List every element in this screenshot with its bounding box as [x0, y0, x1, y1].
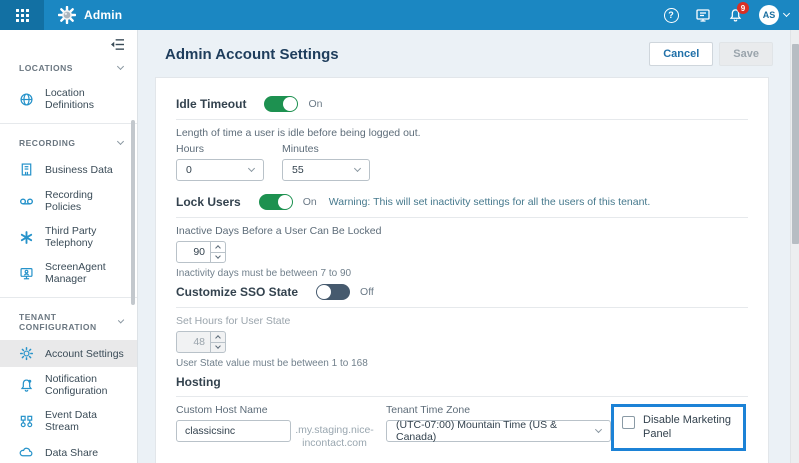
- scrollbar-thumb[interactable]: [792, 44, 799, 244]
- notification-badge: 9: [737, 2, 749, 14]
- lock-users-warning: Warning: This will set inactivity settin…: [329, 196, 651, 208]
- minutes-label: Minutes: [282, 143, 370, 155]
- spin-down-button: [211, 343, 225, 353]
- globe-icon: [19, 92, 34, 107]
- cloud-icon: [19, 445, 34, 460]
- user-menu[interactable]: AS: [759, 7, 789, 23]
- page-scrollbar[interactable]: [790, 30, 799, 463]
- set-hours-stepper: 48: [176, 331, 226, 353]
- app-launcher-grid-icon: [16, 9, 29, 22]
- chevron-down-icon: [354, 165, 361, 172]
- sidebar-section-recording[interactable]: RECORDING: [0, 130, 137, 156]
- screen-share-button[interactable]: [695, 7, 711, 23]
- asterisk-icon: [19, 230, 34, 245]
- app-title: Admin: [84, 8, 122, 22]
- brand: Admin: [58, 6, 122, 24]
- inactive-days-hint: Inactivity days must be between 7 to 90: [176, 268, 748, 279]
- spin-down-button[interactable]: [211, 253, 225, 263]
- notifications-button[interactable]: 9: [727, 7, 743, 23]
- chevron-down-icon: [595, 426, 602, 433]
- nodes-icon: [19, 414, 34, 429]
- monitor-icon: [19, 266, 34, 281]
- voicemail-icon: [19, 194, 34, 209]
- divider: [0, 297, 137, 298]
- collapse-menu-icon[interactable]: [110, 38, 125, 51]
- lock-users-toggle[interactable]: [259, 194, 293, 210]
- inactive-days-label: Inactive Days Before a User Can Be Locke…: [176, 225, 748, 237]
- idle-timeout-description: Length of time a user is idle before bei…: [176, 127, 748, 139]
- hosting-heading: Hosting: [176, 375, 748, 389]
- sidebar-item-event-data-stream[interactable]: Event Data Stream: [0, 403, 137, 439]
- idle-timeout-label: Idle Timeout: [176, 97, 246, 111]
- main-content: Admin Account Settings Cancel Save Idle …: [138, 30, 799, 463]
- sidebar-section-tenant-configuration[interactable]: TENANT CONFIGURATION: [0, 304, 137, 340]
- hours-label: Hours: [176, 143, 264, 155]
- divider: [0, 123, 137, 124]
- host-suffix: .my.staging.nice- incontact.com: [291, 424, 378, 450]
- sidebar-item-location-definitions[interactable]: Location Definitions: [0, 81, 137, 117]
- bell-icon: [19, 378, 34, 393]
- gear-logo-icon: [58, 6, 76, 24]
- disable-marketing-highlight: Disable Marketing Panel: [611, 404, 746, 451]
- avatar: AS: [759, 5, 779, 25]
- idle-timeout-state: On: [308, 98, 322, 110]
- idle-timeout-toggle[interactable]: [264, 96, 298, 112]
- disable-marketing-checkbox[interactable]: [622, 416, 635, 429]
- set-hours-label: Set Hours for User State: [176, 315, 748, 327]
- divider: [176, 217, 748, 218]
- sidebar-item-account-settings[interactable]: Account Settings: [0, 340, 137, 367]
- custom-host-name-input[interactable]: [176, 420, 291, 442]
- gear-icon: [19, 346, 34, 361]
- divider: [176, 396, 748, 397]
- sidebar-item-data-share[interactable]: Data Share: [0, 439, 137, 463]
- custom-host-name-label: Custom Host Name: [176, 404, 291, 416]
- divider: [176, 307, 748, 308]
- chevron-down-icon: [117, 138, 124, 145]
- set-hours-hint: User State value must be between 1 to 16…: [176, 358, 748, 369]
- screen-share-icon: [695, 7, 711, 23]
- chevron-down-icon: [117, 63, 124, 70]
- app-launcher-button[interactable]: [0, 0, 44, 30]
- sidebar-item-third-party-telephony[interactable]: Third Party Telephony: [0, 219, 137, 255]
- customize-sso-state: Off: [360, 286, 374, 298]
- sidebar-item-screenagent-manager[interactable]: ScreenAgent Manager: [0, 255, 137, 291]
- sidebar-item-recording-policies[interactable]: Recording Policies: [0, 183, 137, 219]
- sidebar-item-notification-configuration[interactable]: Notification Configuration: [0, 367, 137, 403]
- tenant-timezone-select[interactable]: (UTC-07:00) Mountain Time (US & Canada): [386, 420, 611, 442]
- minutes-select[interactable]: 55: [282, 159, 370, 181]
- disable-marketing-label: Disable Marketing Panel: [643, 413, 735, 442]
- chevron-down-icon: [783, 10, 790, 17]
- help-icon: ?: [664, 8, 679, 23]
- help-button[interactable]: ?: [663, 7, 679, 23]
- sidebar-item-business-data[interactable]: Business Data: [0, 156, 137, 183]
- spin-up-button[interactable]: [211, 242, 225, 253]
- chevron-down-icon: [248, 165, 255, 172]
- building-icon: [19, 162, 34, 177]
- hours-select[interactable]: 0: [176, 159, 264, 181]
- page-title: Admin Account Settings: [165, 46, 339, 63]
- customize-sso-toggle[interactable]: [316, 284, 350, 300]
- sidebar-scrollbar[interactable]: [131, 120, 135, 305]
- spin-up-button: [211, 332, 225, 343]
- tenant-timezone-label: Tenant Time Zone: [386, 404, 611, 416]
- cancel-button[interactable]: Cancel: [649, 42, 713, 66]
- lock-users-state: On: [303, 196, 317, 208]
- inactive-days-stepper[interactable]: 90: [176, 241, 226, 263]
- lock-users-label: Lock Users: [176, 195, 241, 209]
- top-bar: Admin ? 9 AS: [0, 0, 799, 30]
- sidebar: LOCATIONS Location Definitions RECORDING…: [0, 30, 138, 463]
- sidebar-section-locations[interactable]: LOCATIONS: [0, 55, 137, 81]
- settings-card: Idle Timeout On Length of time a user is…: [155, 77, 769, 463]
- customize-sso-label: Customize SSO State: [176, 285, 298, 299]
- save-button[interactable]: Save: [719, 42, 773, 66]
- divider: [176, 119, 748, 120]
- topbar-actions: ? 9 AS: [663, 7, 799, 23]
